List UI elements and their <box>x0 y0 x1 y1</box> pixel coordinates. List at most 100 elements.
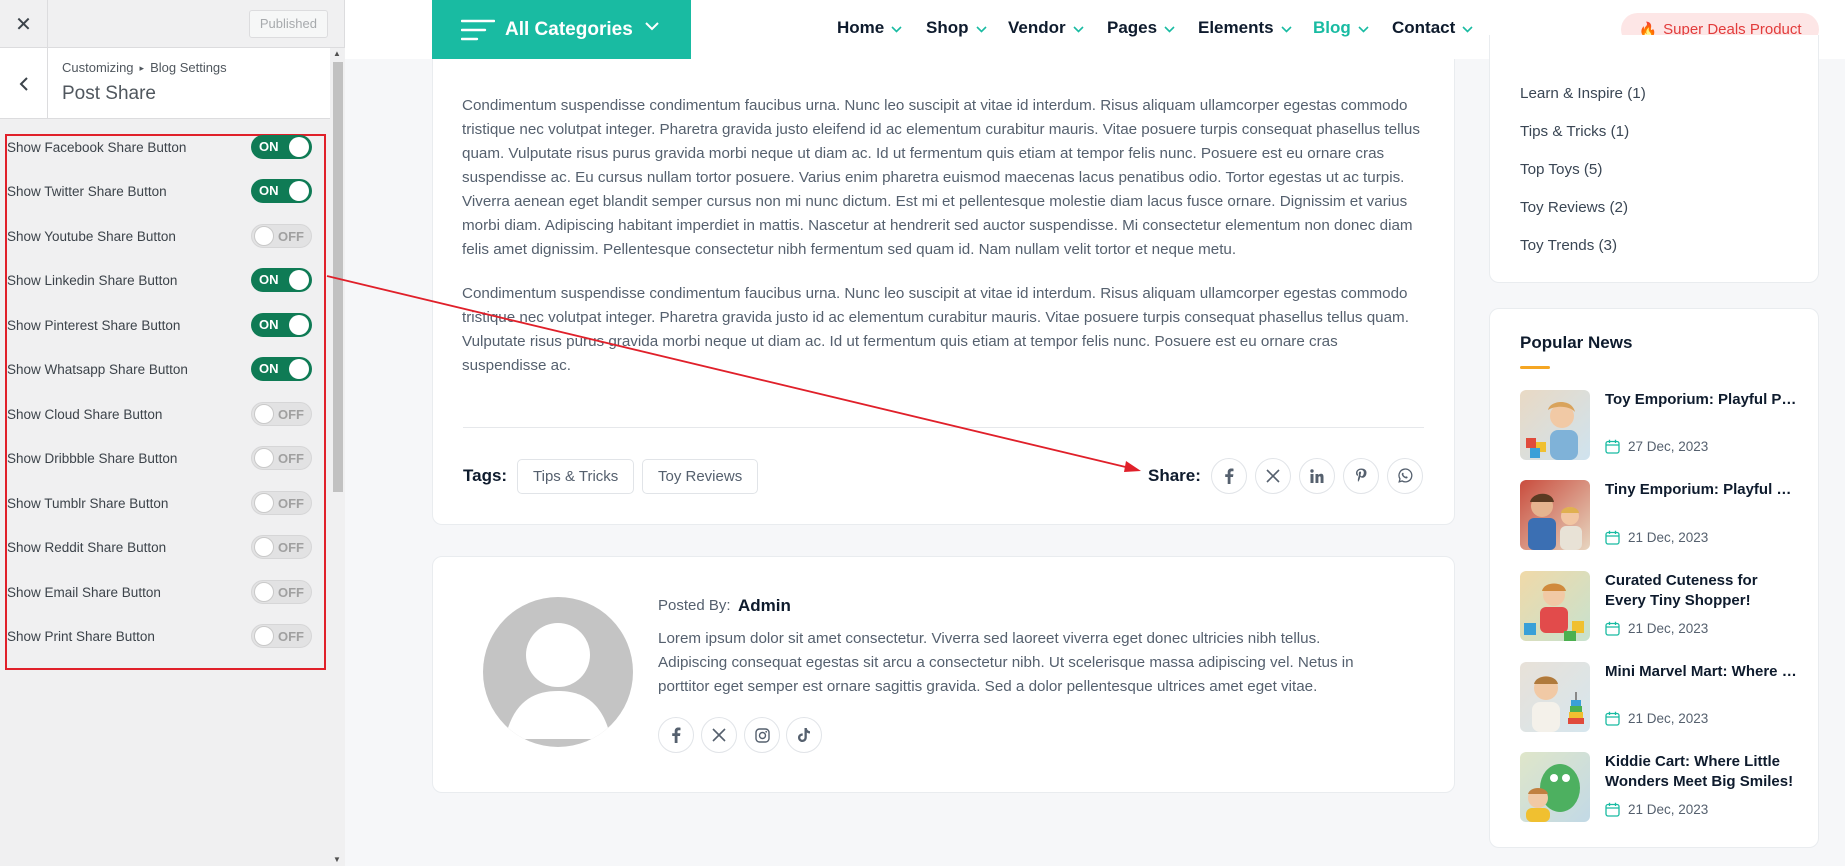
toggle-state-label: ON <box>259 183 279 198</box>
scrollbar-thumb[interactable] <box>333 62 343 492</box>
author-tiktok-button[interactable] <box>786 717 822 753</box>
news-thumbnail[interactable] <box>1520 480 1590 550</box>
scroll-down-arrow-icon[interactable]: ▼ <box>333 855 341 864</box>
close-customizer-button[interactable]: ✕ <box>0 0 48 48</box>
news-date: 27 Dec, 2023 <box>1605 439 1708 454</box>
back-button[interactable] <box>0 48 48 119</box>
scroll-up-arrow-icon[interactable]: ▲ <box>333 49 341 58</box>
nav-item-elements[interactable]: Elements <box>1198 18 1292 38</box>
nav-item-shop[interactable]: Shop <box>926 18 987 38</box>
section-title: Post Share <box>62 83 156 104</box>
share-control-row: Show Facebook Share Button ON <box>7 133 312 161</box>
share-toggle-switch[interactable]: ON <box>251 135 312 159</box>
share-control-label: Show Reddit Share Button <box>7 539 167 555</box>
news-date: 21 Dec, 2023 <box>1605 711 1708 726</box>
nav-item-pages[interactable]: Pages <box>1107 18 1175 38</box>
nav-item-label: Blog <box>1313 18 1351 37</box>
share-linkedin-button[interactable] <box>1299 458 1335 494</box>
share-toggle-switch[interactable]: ON <box>251 357 312 381</box>
toggle-state-label: ON <box>259 272 279 287</box>
author-name[interactable]: Admin <box>738 596 791 616</box>
news-title-1[interactable]: Toy Emporium: Playful Picks for Kids' De… <box>1605 390 1797 410</box>
chevron-down-icon <box>645 22 659 31</box>
all-categories-button[interactable]: All Categories <box>432 0 691 59</box>
posted-by-label: Posted By: <box>658 597 731 614</box>
child-photo-icon <box>1532 676 1584 732</box>
nav-item-contact[interactable]: Contact <box>1392 18 1473 38</box>
nav-item-label: Home <box>837 18 885 37</box>
category-link[interactable]: Tips & Tricks (1) <box>1520 123 1629 140</box>
share-control-row: Show Pinterest Share Button ON <box>7 311 312 339</box>
toggle-state-label: OFF <box>278 451 304 466</box>
chevron-down-icon <box>1164 25 1175 33</box>
share-label: Share: <box>1148 466 1201 485</box>
breadcrumb-section: Blog Settings <box>150 60 227 75</box>
category-link[interactable]: Top Toys (5) <box>1520 161 1602 178</box>
news-thumbnail[interactable] <box>1520 571 1590 641</box>
share-toggle-switch[interactable]: ON <box>251 313 312 337</box>
toggle-state-label: OFF <box>278 540 304 555</box>
toggle-knob <box>289 359 309 379</box>
nav-item-vendor[interactable]: Vendor <box>1008 18 1084 38</box>
user-avatar-icon <box>505 623 611 739</box>
child-photo-icon <box>1524 583 1584 641</box>
chevron-down-icon <box>975 25 987 33</box>
share-toggle-switch[interactable]: OFF <box>251 491 312 515</box>
share-toggle-switch[interactable]: OFF <box>251 446 312 470</box>
toggle-knob <box>254 493 274 513</box>
tag-toy-reviews[interactable]: Toy Reviews <box>642 459 759 494</box>
share-toggle-switch[interactable]: OFF <box>251 224 312 248</box>
share-control-row: Show Twitter Share Button ON <box>7 177 312 205</box>
toggle-state-label: OFF <box>278 229 304 244</box>
share-toggle-switch[interactable]: ON <box>251 268 312 292</box>
share-control-row: Show Email Share Button OFF <box>7 578 312 606</box>
author-x-button[interactable] <box>701 717 737 753</box>
share-x-button[interactable] <box>1255 458 1291 494</box>
nav-item-home[interactable]: Home <box>837 18 902 38</box>
news-thumbnail[interactable] <box>1520 752 1590 822</box>
news-title-4[interactable]: Mini Marvel Mart: Where Every Kid's Wish… <box>1605 662 1797 682</box>
toggle-state-label: ON <box>259 361 279 376</box>
share-control-row: Show Dribbble Share Button OFF <box>7 444 312 472</box>
share-control-row: Show Reddit Share Button OFF <box>7 533 312 561</box>
news-thumbnail[interactable] <box>1520 390 1590 460</box>
nav-item-label: Shop <box>926 18 969 37</box>
customizer-header: ✕ Published <box>0 0 344 48</box>
title-underline <box>1520 366 1550 369</box>
toggle-knob <box>254 537 274 557</box>
share-toggle-switch[interactable]: OFF <box>251 624 312 648</box>
post-paragraph-2: Condimentum suspendisse condimentum fauc… <box>462 285 1409 374</box>
share-pinterest-button[interactable] <box>1343 458 1379 494</box>
share-control-label: Show Youtube Share Button <box>7 228 176 244</box>
chevron-down-icon <box>1358 25 1369 33</box>
share-control-row: Show Print Share Button OFF <box>7 622 312 650</box>
category-link[interactable]: Toy Trends (3) <box>1520 237 1617 254</box>
nav-item-label: Contact <box>1392 18 1456 37</box>
category-link[interactable]: Learn & Inspire (1) <box>1520 85 1646 102</box>
news-title-5[interactable]: Kiddie Cart: Where Little Wonders Meet B… <box>1605 752 1797 792</box>
published-button[interactable]: Published <box>248 10 328 38</box>
author-instagram-button[interactable] <box>744 717 780 753</box>
popular-news-title: Popular News <box>1520 333 1633 352</box>
share-toggle-switch[interactable]: OFF <box>251 402 312 426</box>
nav-item-blog[interactable]: Blog <box>1313 18 1369 38</box>
pinterest-icon <box>1356 468 1367 482</box>
news-title-2[interactable]: Tiny Emporium: Playful Picks for Kids' D… <box>1605 480 1797 500</box>
x-twitter-icon <box>1266 469 1280 483</box>
share-control-row: Show Linkedin Share Button ON <box>7 266 312 294</box>
share-toggle-switch[interactable]: ON <box>251 179 312 203</box>
calendar-icon <box>1605 802 1620 817</box>
linkedin-icon <box>1310 469 1324 483</box>
news-title-3[interactable]: Curated Cuteness for Every Tiny Shopper! <box>1605 571 1797 611</box>
category-link[interactable]: Toy Reviews (2) <box>1520 199 1628 216</box>
share-toggle-switch[interactable]: OFF <box>251 535 312 559</box>
share-facebook-button[interactable] <box>1211 458 1247 494</box>
facebook-icon <box>672 727 681 743</box>
share-whatsapp-button[interactable] <box>1387 458 1423 494</box>
author-facebook-button[interactable] <box>658 717 694 753</box>
share-toggle-switch[interactable]: OFF <box>251 580 312 604</box>
toggle-state-label: OFF <box>278 585 304 600</box>
toggle-knob <box>254 448 274 468</box>
tag-tips-tricks[interactable]: Tips & Tricks <box>517 459 635 494</box>
news-thumbnail[interactable] <box>1520 662 1590 732</box>
